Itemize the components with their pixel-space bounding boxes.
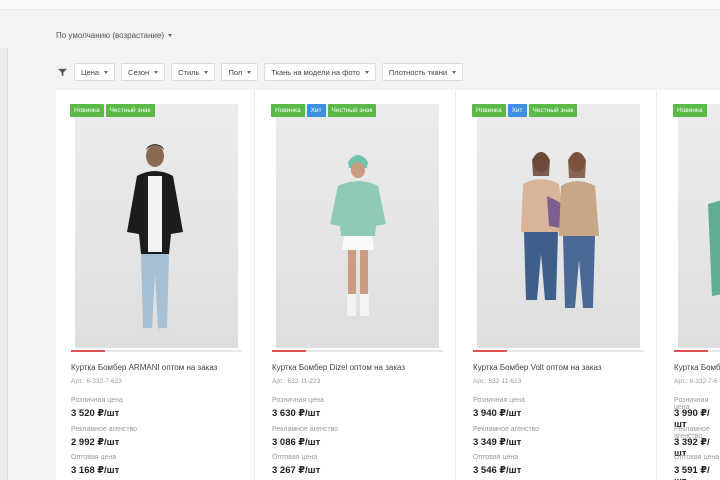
agency-price-label: Рекламное агенство (473, 426, 540, 433)
product-photo[interactable] (678, 104, 720, 348)
product-photo[interactable] (75, 104, 238, 348)
sort-label: По умолчанию (возрастание) (56, 31, 165, 40)
wholesale-price-label: Оптовая цена (674, 454, 720, 461)
badge-hit: Хит (507, 104, 527, 117)
chevron-down-icon (247, 70, 252, 74)
filter-funnel-icon[interactable] (56, 63, 68, 81)
badge-group: Новинка Хит Честный знак (271, 104, 377, 117)
product-photo[interactable] (276, 104, 439, 348)
wholesale-price: 3 267 ₽/шт (272, 465, 321, 476)
product-title[interactable]: Куртка Бомбер Dizel оптом на заказ (272, 363, 405, 372)
product-card[interactable]: Новинка Куртка Бомбер Арт.: 6-332-7-6 Ро… (659, 90, 720, 480)
badge-honest-sign: Честный знак (105, 104, 155, 117)
agency-price: 3 086 ₽/шт (272, 437, 321, 448)
agency-price: 2 992 ₽/шт (71, 437, 120, 448)
image-progress-bar (71, 350, 242, 352)
chevron-down-icon (154, 70, 159, 74)
model-figure-partial (708, 200, 720, 296)
product-card[interactable]: Новинка Честный знак Куртка Бомбер ARMAN… (56, 90, 255, 480)
wholesale-price: 3 168 ₽/шт (71, 465, 120, 476)
badge-group: Новинка Честный знак (70, 104, 155, 117)
image-progress-bar (272, 350, 443, 352)
badge-group: Новинка (673, 104, 707, 117)
product-title[interactable]: Куртка Бомбер ARMANI оптом на заказ (71, 363, 217, 372)
product-sku: Арт.: 632-11-223 (272, 378, 321, 385)
left-sidebar-edge (0, 48, 8, 480)
wholesale-price-label: Оптовая цена (71, 454, 117, 461)
wholesale-price-label: Оптовая цена (473, 454, 519, 461)
image-progress-fill (71, 350, 106, 352)
filter-style[interactable]: Стиль (171, 63, 216, 81)
badge-new: Новинка (472, 104, 506, 117)
wholesale-price: 3 546 ₽/шт (473, 465, 522, 476)
chevron-down-icon (364, 70, 369, 74)
badge-honest-sign: Честный знак (528, 104, 578, 117)
chevron-down-icon (204, 70, 209, 74)
filter-gender[interactable]: Пол (221, 63, 259, 81)
retail-price-label: Розничная цена (71, 397, 123, 404)
wholesale-price-label: Оптовая цена (272, 454, 318, 461)
retail-price: 3 630 ₽/шт (272, 408, 321, 419)
retail-price-label: Розничная цена (473, 397, 525, 404)
image-progress-fill (272, 350, 307, 352)
agency-price-label: Рекламное агенство (272, 426, 339, 433)
agency-price-label: Рекламное агенство (71, 426, 138, 433)
product-card[interactable]: Новинка Хит Честный знак Куртка Бомбер D… (257, 90, 456, 480)
filter-bar: Цена Сезон Стиль Пол Ткань на модели на … (56, 63, 464, 81)
top-bar (0, 0, 720, 10)
chevron-down-icon (168, 34, 173, 37)
product-sku: Арт.: 6-332-7-623 (71, 378, 122, 385)
badge-new: Новинка (271, 104, 305, 117)
filter-density[interactable]: Плотность ткани (381, 63, 464, 81)
retail-price-label: Розничная цена (272, 397, 324, 404)
chevron-down-icon (452, 70, 457, 74)
model-figure-bomber-mint (330, 155, 386, 316)
chevron-down-icon (104, 70, 109, 74)
product-photo[interactable] (477, 104, 640, 348)
sort-dropdown[interactable]: По умолчанию (возрастание) (56, 31, 173, 40)
badge-hit: Хит (306, 104, 326, 117)
agency-price: 3 349 ₽/шт (473, 437, 522, 448)
retail-price: 3 520 ₽/шт (71, 408, 120, 419)
badge-group: Новинка Хит Честный знак (472, 104, 578, 117)
product-sku: Арт.: 632-11-623 (473, 378, 522, 385)
image-progress-bar (473, 350, 644, 352)
image-progress-fill (473, 350, 508, 352)
retail-price: 3 940 ₽/шт (473, 408, 522, 419)
product-title[interactable]: Куртка Бомбер Volt оптом на заказ (473, 363, 602, 372)
filter-fabric[interactable]: Ткань на модели на фото (264, 63, 376, 81)
wholesale-price: 3 591 ₽/шт (674, 465, 710, 480)
filter-price[interactable]: Цена (74, 63, 116, 81)
model-figures-bomber-volt (521, 152, 599, 308)
badge-new: Новинка (70, 104, 104, 117)
product-title[interactable]: Куртка Бомбер (674, 363, 720, 372)
model-figure-bomber-black (127, 144, 183, 334)
badge-new: Новинка (673, 104, 707, 117)
product-sku: Арт.: 6-332-7-6 (674, 378, 718, 385)
image-progress-bar (674, 350, 720, 352)
image-progress-fill (674, 350, 709, 352)
product-card[interactable]: Новинка Хит Честный знак Куртка Бомбер V… (458, 90, 657, 480)
badge-honest-sign: Честный знак (327, 104, 377, 117)
filter-season[interactable]: Сезон (121, 63, 166, 81)
